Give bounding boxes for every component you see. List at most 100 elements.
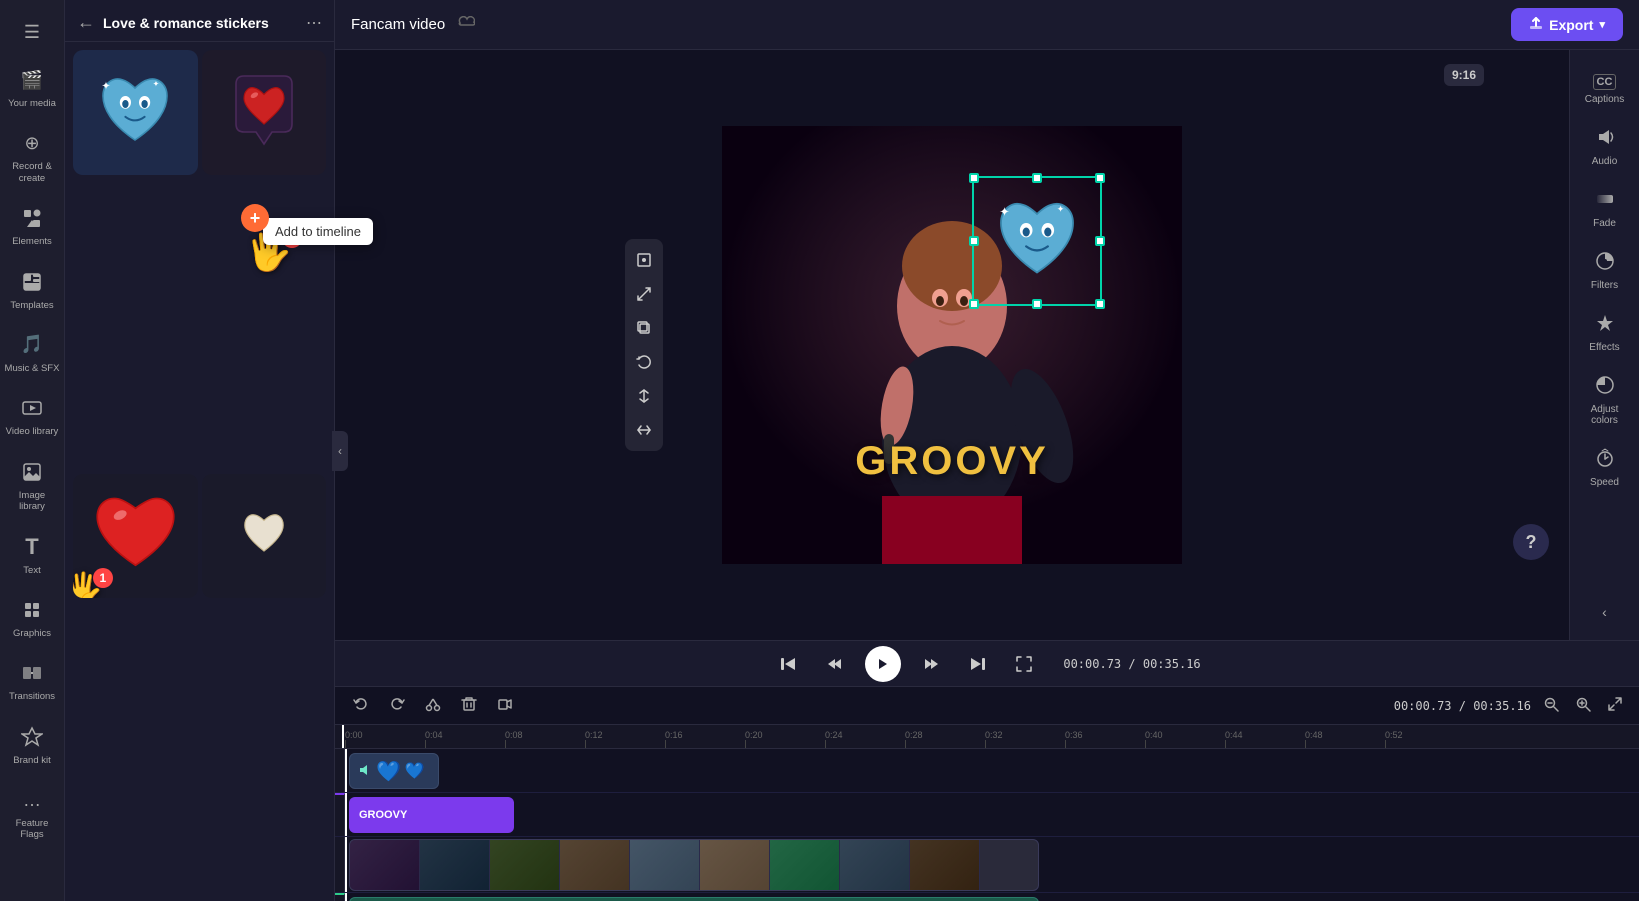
selection-handle-mb[interactable] xyxy=(1032,299,1042,309)
timeline-expand-button[interactable] xyxy=(1603,692,1627,719)
right-tool-speed[interactable]: Speed xyxy=(1570,438,1639,498)
selection-handle-tr[interactable] xyxy=(1095,173,1105,183)
audio-track: Get going xyxy=(335,893,1639,901)
total-time: 00:35.16 xyxy=(1143,657,1201,671)
text-track-content[interactable]: GROOVY xyxy=(345,793,1639,836)
canvas-area[interactable]: GROOVY xyxy=(335,50,1569,640)
svg-text:✦: ✦ xyxy=(999,205,1010,219)
delete-button[interactable] xyxy=(455,692,483,719)
sidebar-item-your-media[interactable]: 🎬 Your media xyxy=(0,58,64,117)
right-sidebar-collapse[interactable]: ‹ xyxy=(1602,594,1607,630)
play-button[interactable] xyxy=(865,646,901,682)
canvas-tool-duplicate[interactable] xyxy=(629,313,659,343)
export-icon xyxy=(1529,16,1543,33)
text-track: GROOVY xyxy=(335,793,1639,837)
canvas-tool-flip-v[interactable] xyxy=(629,381,659,411)
sidebar-item-menu[interactable]: ☰ xyxy=(0,10,64,54)
selection-handle-mr[interactable] xyxy=(1095,236,1105,246)
sidebar-item-image-library[interactable]: Imagelibrary xyxy=(0,450,64,521)
sidebar-item-text[interactable]: T Text xyxy=(0,525,64,584)
audio-track-content[interactable]: Get going xyxy=(345,893,1639,901)
selection-handle-bl[interactable] xyxy=(969,299,979,309)
canvas-tool-resize[interactable] xyxy=(629,279,659,309)
timeline-toolbar: 00:00.73 / 00:35.16 xyxy=(335,687,1639,725)
export-chevron: ▾ xyxy=(1599,18,1605,31)
right-tool-captions[interactable]: CC Captions xyxy=(1570,60,1639,115)
sidebar-item-elements[interactable]: Elements xyxy=(0,196,64,255)
right-tool-fade[interactable]: Fade xyxy=(1570,179,1639,239)
video-playhead xyxy=(345,837,347,892)
sticker-on-canvas-selected[interactable]: ✦ ✦ xyxy=(972,176,1102,306)
selection-handle-tl[interactable] xyxy=(969,173,979,183)
audio-playhead xyxy=(345,893,347,901)
top-bar: Fancam video Export ▾ xyxy=(335,0,1639,50)
video-track-content[interactable] xyxy=(345,837,1639,892)
right-tool-filters[interactable]: Filters xyxy=(1570,241,1639,301)
timeline-area: 00:00.73 / 00:35.16 0:00 0:04 0:08 0:12 xyxy=(335,686,1639,901)
audio-attach-button[interactable] xyxy=(491,692,519,719)
sidebar-item-brand-kit[interactable]: Brand kit xyxy=(0,715,64,774)
sidebar-item-video-library[interactable]: Video library xyxy=(0,386,64,445)
skip-back-button[interactable] xyxy=(773,649,803,679)
sticker-white-heart[interactable] xyxy=(202,474,327,599)
sticker-dark-heart[interactable] xyxy=(202,50,327,175)
ruler-mark-44: 0:44 xyxy=(1225,730,1305,748)
export-button[interactable]: Export ▾ xyxy=(1511,8,1623,41)
help-button[interactable]: ? xyxy=(1513,524,1549,560)
sidebar-item-record-create[interactable]: ⊕ Record &create xyxy=(0,121,64,192)
svg-text:✦: ✦ xyxy=(102,81,111,93)
sidebar-item-transitions[interactable]: Transitions xyxy=(0,651,64,710)
ruler-mark-28: 0:28 xyxy=(905,730,985,748)
rewind-button[interactable] xyxy=(819,649,849,679)
panel-collapse-button[interactable]: ‹ xyxy=(332,431,348,471)
cut-button[interactable] xyxy=(419,692,447,719)
sidebar-item-templates[interactable]: Templates xyxy=(0,260,64,319)
sticker-red-heart[interactable]: 🖐️ 1 xyxy=(73,474,198,599)
selection-handle-mt[interactable] xyxy=(1032,173,1042,183)
right-tool-adjust-colors[interactable]: Adjustcolors xyxy=(1570,365,1639,436)
selection-handle-br[interactable] xyxy=(1095,299,1105,309)
video-clip[interactable] xyxy=(349,839,1039,891)
ruler-mark-0: 0:00 xyxy=(345,730,425,748)
fade-icon xyxy=(1595,189,1615,214)
sidebar-item-music[interactable]: 🎵 Music & SFX xyxy=(0,323,64,382)
sidebar-item-graphics[interactable]: Graphics xyxy=(0,588,64,647)
sticker-clip-icon2: 💙 xyxy=(405,761,425,781)
video-library-icon xyxy=(18,394,46,422)
ruler-mark-16: 0:16 xyxy=(665,730,745,748)
right-tool-effects[interactable]: Effects xyxy=(1570,303,1639,363)
music-icon: 🎵 xyxy=(18,331,46,359)
selection-handle-ml[interactable] xyxy=(969,236,979,246)
skip-next-button[interactable] xyxy=(963,649,993,679)
fullscreen-button[interactable] xyxy=(1009,649,1039,679)
timeline-tracks-container: 0:00 0:04 0:08 0:12 0:16 0:20 0:24 0:28 … xyxy=(335,725,1639,901)
sidebar-item-feature-flags[interactable]: … FeatureFlags xyxy=(0,778,64,849)
main-area: Fancam video Export ▾ xyxy=(335,0,1639,901)
sticker-clip-emoji: 💙 xyxy=(376,759,401,784)
sidebar-label-elements: Elements xyxy=(12,236,52,247)
undo-button[interactable] xyxy=(347,692,375,719)
back-button[interactable]: ← xyxy=(77,12,95,33)
text-playhead xyxy=(345,793,347,836)
canvas-tool-rotate[interactable] xyxy=(629,347,659,377)
sticker-clip[interactable]: 💙 💙 xyxy=(349,753,439,789)
sticker-canvas-image: ✦ ✦ xyxy=(974,178,1100,304)
zoom-out-button[interactable] xyxy=(1539,692,1563,719)
panel-more-button[interactable]: ⋯ xyxy=(306,13,322,33)
video-canvas: GROOVY xyxy=(722,126,1182,564)
svg-text:✦: ✦ xyxy=(1057,204,1065,214)
sticker-track-content[interactable]: 💙 💙 xyxy=(345,749,1639,792)
audio-clip[interactable]: Get going xyxy=(349,897,1039,901)
canvas-tool-flip-h[interactable] xyxy=(629,415,659,445)
sticker-grid: ✦ ✦ 🖐️ xyxy=(65,42,334,901)
playback-bar: 00:00.73 / 00:35.16 xyxy=(335,640,1639,686)
fast-forward-button[interactable] xyxy=(917,649,947,679)
right-tool-audio[interactable]: Audio xyxy=(1570,117,1639,177)
redo-button[interactable] xyxy=(383,692,411,719)
text-clip[interactable]: GROOVY xyxy=(349,797,514,833)
ruler-mark-52: 0:52 xyxy=(1385,730,1465,748)
zoom-in-button[interactable] xyxy=(1571,692,1595,719)
sticker-playhead xyxy=(345,749,347,792)
canvas-tool-crop[interactable] xyxy=(629,245,659,275)
sticker-blue-heart-char[interactable]: ✦ ✦ xyxy=(73,50,198,175)
